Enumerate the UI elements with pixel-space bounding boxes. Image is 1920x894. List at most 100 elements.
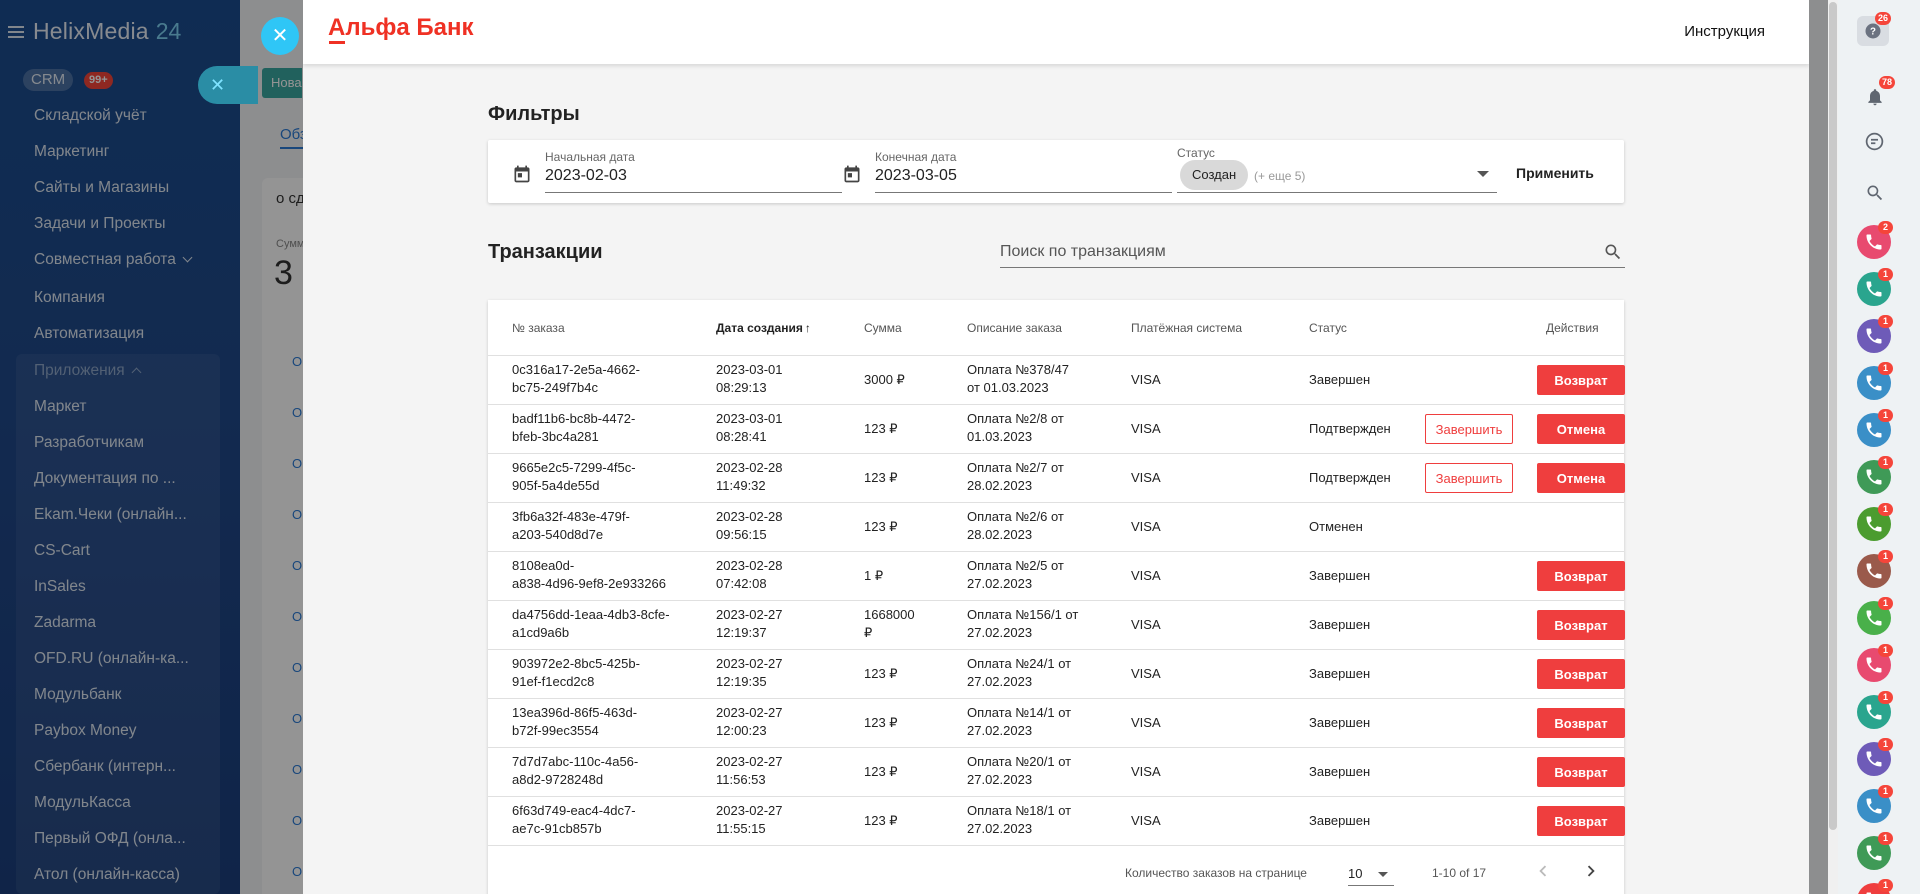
- complete-button[interactable]: Завершить: [1425, 414, 1513, 444]
- close-icon[interactable]: ✕: [198, 66, 258, 104]
- apply-filters-button[interactable]: Применить: [1508, 160, 1602, 186]
- refund-button[interactable]: Возврат: [1537, 365, 1625, 395]
- end-date-field[interactable]: Конечная дата 2023-03-05: [842, 140, 1172, 193]
- order-id: badf11b6-bc8b-4472- bfeb-3bc4a281: [512, 410, 682, 446]
- created-date-line: 2023-02-27: [716, 607, 783, 622]
- call-item[interactable]: 1: [1857, 597, 1893, 635]
- column-header-label: Дата создания: [716, 321, 803, 335]
- call-badge: 1: [1878, 268, 1893, 281]
- calendar-icon[interactable]: [512, 164, 532, 184]
- table-row: 6f63d749-eac4-4dc7- ae7c-91cb857b 2023-02-…: [488, 797, 1625, 846]
- call-item[interactable]: 1: [1857, 503, 1893, 541]
- refund-button[interactable]: Возврат: [1537, 610, 1625, 640]
- complete-button[interactable]: Завершить: [1425, 463, 1513, 493]
- column-header-order[interactable]: № заказа: [512, 321, 565, 335]
- end-date-label: Конечная дата: [875, 150, 957, 164]
- order-sum: 123 ₽: [864, 812, 924, 830]
- order-status: Завершен: [1309, 764, 1371, 779]
- per-page-select[interactable]: 10: [1348, 858, 1394, 886]
- call-item[interactable]: 1: [1857, 268, 1893, 306]
- call-item[interactable]: 1: [1857, 550, 1893, 588]
- order-id-line: 91ef-f1ecd2c8: [512, 674, 595, 689]
- chevron-right-icon[interactable]: [1580, 860, 1602, 882]
- call-item[interactable]: 1: [1857, 644, 1893, 682]
- call-item[interactable]: 1: [1857, 456, 1893, 494]
- order-description: Оплата №156/1 от 27.02.2023: [967, 606, 1097, 642]
- start-date-value[interactable]: 2023-02-03: [545, 167, 627, 185]
- phone-icon: [1866, 610, 1882, 626]
- order-description-line: 27.02.2023: [967, 625, 1033, 640]
- call-item[interactable]: 1: [1857, 832, 1893, 870]
- order-sum-line: ₽: [864, 625, 873, 640]
- order-description-line: 27.02.2023: [967, 821, 1033, 836]
- refund-button[interactable]: Возврат: [1537, 659, 1625, 689]
- order-description-line: 27.02.2023: [967, 772, 1033, 787]
- created-time-line: 11:56:53: [716, 772, 766, 787]
- order-id-line: ae7c-91cb857b: [512, 821, 602, 836]
- column-header-payment[interactable]: Платёжная система: [1131, 321, 1242, 335]
- order-status: Завершен: [1309, 568, 1371, 583]
- panel-header: Альфа Банк Инструкция: [303, 0, 1809, 64]
- table-row: 9665e2c5-7299-4f5c- 905f-5a4de55d 2023-02-…: [488, 454, 1625, 503]
- search-input[interactable]: [1000, 240, 1580, 264]
- call-item[interactable]: 1: [1857, 691, 1893, 729]
- calendar-icon[interactable]: [842, 164, 862, 184]
- refund-button[interactable]: Возврат: [1537, 561, 1625, 591]
- sort-ascending-icon[interactable]: ↑: [805, 321, 811, 335]
- call-item[interactable]: 1: [1857, 879, 1893, 894]
- chevron-down-icon[interactable]: [1477, 171, 1489, 177]
- call-item[interactable]: 1: [1857, 362, 1893, 400]
- close-slider-button[interactable]: ✕: [261, 17, 299, 55]
- chat-button[interactable]: [1855, 122, 1893, 160]
- start-date-field[interactable]: Начальная дата 2023-02-03: [488, 140, 842, 193]
- payment-system: VISA: [1131, 617, 1161, 632]
- scrollbar[interactable]: [1828, 0, 1838, 894]
- phone-icon: [1866, 234, 1882, 250]
- search-button[interactable]: [1855, 174, 1893, 212]
- refund-button[interactable]: Возврат: [1537, 806, 1625, 836]
- payment-system: VISA: [1131, 715, 1161, 730]
- order-id: 7d7d7abc-110c-4a56- a8d2-9728248d: [512, 753, 682, 789]
- table-row: badf11b6-bc8b-4472- bfeb-3bc4a281 2023-03-…: [488, 405, 1625, 454]
- table-header: № заказа Дата создания ↑ Сумма Описание з…: [488, 300, 1624, 356]
- call-item[interactable]: 2: [1857, 221, 1893, 259]
- column-header-sum[interactable]: Сумма: [864, 321, 902, 335]
- call-item[interactable]: 1: [1857, 409, 1893, 447]
- column-header-status[interactable]: Статус: [1309, 321, 1347, 335]
- order-id-line: 9665e2c5-7299-4f5c-: [512, 460, 636, 475]
- created-date-line: 2023-03-01: [716, 362, 783, 377]
- column-header-description[interactable]: Описание заказа: [967, 321, 1062, 335]
- column-header-created[interactable]: Дата создания ↑: [716, 321, 811, 335]
- end-date-value[interactable]: 2023-03-05: [875, 167, 957, 185]
- call-badge: 1: [1878, 832, 1893, 845]
- search-icon[interactable]: [1603, 242, 1623, 262]
- created-date-line: 2023-02-28: [716, 558, 783, 573]
- payment-system: VISA: [1131, 470, 1161, 485]
- created-date: 2023-03-01 08:29:13: [716, 361, 826, 397]
- order-id-line: bc75-249f7b4c: [512, 380, 599, 395]
- order-description-line: Оплата №20/1 от: [967, 754, 1072, 769]
- refund-button[interactable]: Возврат: [1537, 708, 1625, 738]
- call-item[interactable]: 1: [1857, 315, 1893, 353]
- chevron-left-icon[interactable]: [1532, 860, 1554, 882]
- table-row: 8108ea0d-a838-4d96-9ef8-2e933266 2023-02-…: [488, 552, 1625, 601]
- order-description: Оплата №14/1 от 27.02.2023: [967, 704, 1097, 740]
- help-button[interactable]: ? 26: [1857, 12, 1891, 46]
- call-badge: 1: [1878, 503, 1893, 516]
- created-date-line: 2023-02-28: [716, 509, 783, 524]
- refund-button[interactable]: Возврат: [1537, 757, 1625, 787]
- order-status: Завершен: [1309, 813, 1371, 828]
- per-page-label: Количество заказов на странице: [1125, 866, 1307, 880]
- instruction-link[interactable]: Инструкция: [1684, 23, 1765, 40]
- filters-title: Фильтры: [488, 103, 580, 125]
- status-chip[interactable]: Создан: [1180, 160, 1249, 190]
- cancel-button[interactable]: Отмена: [1537, 463, 1625, 493]
- order-description: Оплата №2/6 от 28.02.2023: [967, 508, 1097, 544]
- order-status: Отменен: [1309, 519, 1363, 534]
- call-item[interactable]: 1: [1857, 785, 1893, 823]
- scrollbar-thumb[interactable]: [1829, 2, 1837, 830]
- call-item[interactable]: 1: [1857, 738, 1893, 776]
- order-sum-line: 123 ₽: [864, 519, 898, 534]
- notifications-button[interactable]: 78: [1855, 76, 1895, 116]
- cancel-button[interactable]: Отмена: [1537, 414, 1625, 444]
